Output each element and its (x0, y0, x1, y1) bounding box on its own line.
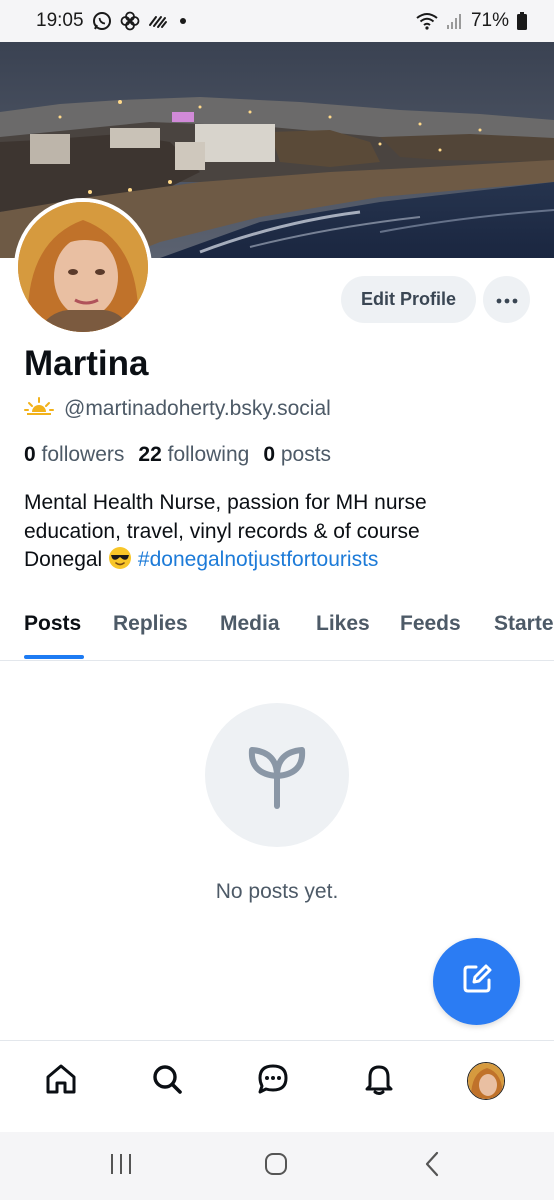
bio-line-1: Mental Health Nurse, passion for MH nurs… (24, 491, 427, 514)
signal-lines-icon (148, 13, 168, 29)
following-stat[interactable]: 22 following (138, 443, 249, 467)
tab-feeds[interactable]: Feeds (400, 612, 461, 636)
empty-state-message: No posts yet. (215, 880, 339, 903)
followers-stat[interactable]: 0 followers (24, 443, 124, 467)
bio-line-3-text: Donegal (24, 548, 103, 571)
nav-profile[interactable] (466, 1061, 506, 1101)
compose-post-button[interactable] (433, 938, 520, 1025)
sunrise-icon (24, 396, 54, 422)
more-options-button[interactable] (483, 276, 530, 323)
tab-posts[interactable]: Posts (24, 612, 81, 636)
sprout-icon (240, 736, 314, 815)
bio-line-3: Donegal #donegalnotjustfortourists (24, 546, 534, 579)
profile-handle-row: @martinadoherty.bsky.social (24, 396, 331, 422)
status-bar: 19:05 71% (0, 0, 554, 42)
followers-count: 0 (24, 443, 36, 466)
posts-stat: 0 posts (263, 443, 331, 467)
following-label: following (167, 443, 250, 466)
battery-percent: 71% (470, 10, 509, 31)
status-time: 19:05 (36, 10, 84, 31)
bottom-navigation (0, 1040, 554, 1132)
system-navigation-bar (0, 1132, 554, 1200)
pinwheel-icon (120, 11, 140, 31)
profile-stats: 0 followers 22 following 0 posts (24, 443, 331, 467)
bio-line-2: education, travel, vinyl records & of co… (24, 519, 420, 543)
search-icon (150, 1062, 184, 1101)
home-icon (44, 1062, 78, 1101)
system-home-button[interactable] (262, 1152, 290, 1180)
tab-replies[interactable]: Replies (113, 612, 188, 636)
profile-bio: Mental Health Nurse, passion for MH nurs… (24, 489, 534, 579)
following-count: 22 (138, 443, 162, 466)
profile-avatar[interactable] (14, 198, 152, 336)
nav-chat[interactable] (253, 1061, 293, 1101)
wifi-icon (415, 11, 439, 31)
sunglasses-emoji (108, 546, 132, 579)
followers-label: followers (41, 443, 125, 466)
ellipsis-icon (496, 291, 518, 309)
tab-starter-packs[interactable]: Starte (494, 612, 554, 636)
bio-hashtag-link[interactable]: #donegalnotjustfortourists (138, 548, 379, 571)
nav-home[interactable] (41, 1061, 81, 1101)
battery-icon (516, 11, 528, 31)
recents-button[interactable] (108, 1152, 134, 1180)
recents-icon (109, 1153, 133, 1180)
system-back-button[interactable] (420, 1151, 444, 1182)
dot-icon (176, 14, 190, 28)
empty-state-illustration (205, 703, 349, 847)
edit-profile-button[interactable]: Edit Profile (341, 276, 476, 323)
profile-avatar-small (467, 1062, 505, 1100)
nav-notifications[interactable] (359, 1061, 399, 1101)
home-circle-icon (263, 1151, 289, 1182)
profile-display-name: Martina (24, 344, 149, 383)
cell-signal-icon (446, 12, 464, 30)
active-tab-indicator (24, 655, 84, 659)
profile-handle[interactable]: @martinadoherty.bsky.social (64, 397, 331, 421)
tab-media[interactable]: Media (220, 612, 280, 636)
whatsapp-icon (92, 11, 112, 31)
bell-icon (362, 1062, 396, 1101)
nav-search[interactable] (147, 1061, 187, 1101)
posts-count: 0 (263, 443, 276, 466)
chat-icon (256, 1062, 290, 1101)
tabs-divider (0, 660, 554, 661)
tab-likes[interactable]: Likes (316, 612, 370, 636)
compose-icon (460, 962, 494, 1001)
back-icon (424, 1151, 440, 1182)
posts-label: posts (280, 443, 332, 466)
